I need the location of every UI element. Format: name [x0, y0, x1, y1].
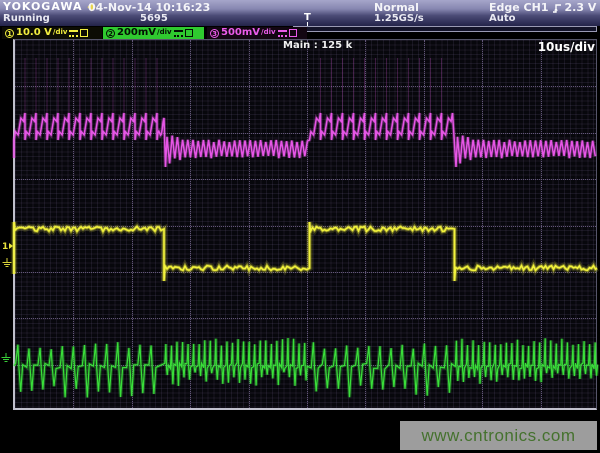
channel-1-coupling-icon: [69, 30, 78, 37]
channel-3-coupling-icon: [278, 30, 287, 37]
channel-2-probe-icon: [185, 29, 193, 37]
channel-1-number-icon: 1: [5, 29, 14, 38]
channel-3-probe-icon: [289, 29, 297, 37]
channel-2-coupling-icon: [174, 30, 183, 37]
brand-logo: YOKOGAWA ◆: [3, 0, 97, 13]
ch1-position-marker: 1: [2, 243, 13, 252]
channel-3-number-icon: 3: [210, 29, 219, 38]
channel-1-badge: 1 10.0 V/div: [2, 27, 102, 39]
memory-position-bar: [293, 26, 597, 32]
brand-text: YOKOGAWA: [3, 0, 83, 13]
channel-3-badge: 3 500mV/div: [207, 27, 307, 39]
grid-line-vertical: [190, 40, 191, 408]
grid-line-vertical: [307, 40, 308, 408]
channel-2-div-suffix: /div: [157, 26, 172, 38]
grid-line-vertical: [424, 40, 425, 408]
sample-rate-label: 1.25GS/s: [374, 13, 424, 24]
channel-2-badge: 2 200mV/div: [103, 27, 204, 39]
watermark: www.cntronics.com: [400, 421, 597, 450]
ch2-ground-icon: [1, 353, 10, 364]
rising-edge-icon: [552, 2, 562, 14]
timebase-label: 10us/div: [538, 40, 595, 54]
grid-line-horizontal: [15, 179, 596, 180]
trigger-position-marker: T: [304, 12, 311, 23]
header-bar: YOKOGAWA ◆ 04-Nov-14 10:16:23 Normal Edg…: [0, 0, 600, 26]
grid-line-horizontal: [15, 272, 596, 273]
grid-line-vertical: [132, 40, 133, 408]
grid-line-horizontal: [15, 318, 596, 319]
channel-2-scale: 200mV: [117, 27, 156, 39]
graticule: [13, 39, 597, 410]
grid-line-vertical: [249, 40, 250, 408]
grid-line-vertical: [482, 40, 483, 408]
channel-1-scale: 10.0 V: [16, 27, 52, 39]
grid-line-horizontal: [15, 133, 596, 134]
ch1-ground-icon: [2, 258, 11, 269]
right-arrow-icon: [9, 243, 13, 249]
channel-3-scale: 500mV: [221, 27, 260, 39]
channel-1-div-suffix: /div: [53, 26, 68, 38]
grid-line-horizontal: [15, 86, 596, 87]
channel-1-probe-icon: [80, 29, 88, 37]
record-length-label: Main : 125 k: [283, 40, 352, 51]
channel-3-div-suffix: /div: [261, 26, 276, 38]
run-status-label: Running: [3, 13, 50, 24]
grid-line-horizontal: [15, 365, 596, 366]
grid-line-vertical: [73, 40, 74, 408]
oscilloscope-screen: YOKOGAWA ◆ 04-Nov-14 10:16:23 Normal Edg…: [0, 0, 600, 453]
acquisition-count: 5695: [140, 13, 168, 24]
trigger-level-label: 2.3 V: [565, 1, 597, 14]
channel-2-number-icon: 2: [106, 29, 115, 38]
grid-line-horizontal: [15, 226, 596, 227]
trigger-mode-label: Auto: [489, 13, 516, 24]
grid-line-vertical: [541, 40, 542, 408]
grid-line-vertical: [365, 40, 366, 408]
